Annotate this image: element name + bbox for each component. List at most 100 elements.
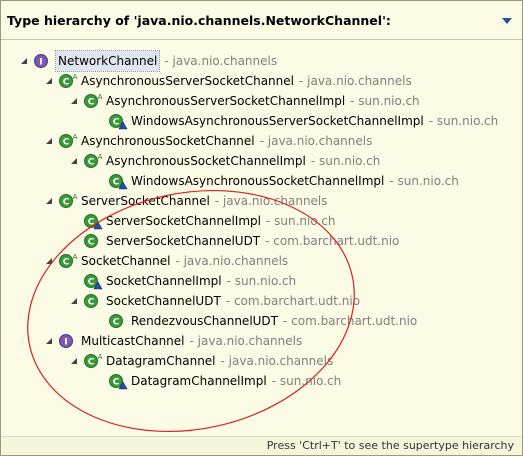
tree-item-label: SocketChannelImpl [106,274,222,288]
expanded-triangle-icon[interactable] [44,76,54,86]
tree-item-label: SocketChannelUDT [106,294,221,308]
leaf-spacer [94,316,104,326]
tree-item-label: SocketChannel [81,254,171,268]
tree-item-package: - java.nio.channels [298,74,412,88]
tree-item[interactable]: C A SocketChannel - java.nio.channels [44,251,288,271]
status-footer: Press 'Ctrl+T' to see the supertype hier… [1,436,522,455]
svg-text:C: C [88,158,95,168]
tree-item-label: ServerSocketChannelUDT [106,234,261,248]
tree-item[interactable]: C A AsynchronousServerSocketChannel - java.… [44,71,412,91]
svg-text:C: C [88,298,95,308]
leaf-spacer [94,176,104,186]
abstract-class-icon: CA [83,352,103,370]
tree-item-package: - java.nio.channels [189,334,303,348]
tree-item[interactable]: I NetworkChannel - java.nio.channels [19,50,278,72]
tree-item[interactable]: C A AsynchronousSocketChannelImpl - sun.nio… [69,151,380,171]
tree-item-package: - sun.nio.ch [265,214,336,228]
abstract-class-icon: CA [83,152,103,170]
type-hierarchy-popup: Type hierarchy of 'java.nio.channels.Net… [0,0,523,456]
tree-item-label: DatagramChannel [106,354,216,368]
default-class-icon: C [108,172,128,190]
tree-item-label: ServerSocketChannel [81,194,210,208]
abstract-class-icon: CA [58,72,78,90]
tree-item[interactable]: C A AsynchronousServerSocketChannelImpl - s… [69,91,420,111]
expanded-triangle-icon[interactable] [69,356,79,366]
svg-text:A: A [98,153,103,161]
tree-item-label: RendezvousChannelUDT [131,314,279,328]
svg-text:C: C [88,98,95,108]
class-icon: C [108,312,128,330]
tree-item[interactable]: C WindowsAsynchronousSocketChannelImpl - s… [94,171,459,191]
svg-text:A: A [73,193,78,201]
leaf-spacer [94,376,104,386]
default-class-icon: C [108,372,128,390]
tree-item[interactable]: C A AsynchronousSocketChannel - java.nio.ch… [44,131,372,151]
tree-item-package: - java.nio.channels [164,54,278,68]
tree-item-package: - sun.nio.ch [350,94,420,108]
svg-text:A: A [73,133,78,141]
view-menu-dropdown-icon[interactable] [500,15,514,27]
tree-item-package: - com.barchart.udt.nio [225,294,361,308]
tree-item-package: - java.nio.channels [175,254,289,268]
tree-item-label: MulticastChannel [81,334,185,348]
svg-text:C: C [63,258,70,268]
svg-text:A: A [73,253,78,261]
default-class-icon: C [83,212,103,230]
default-class-icon: C [83,272,103,290]
popup-header: Type hierarchy of 'java.nio.channels.Net… [1,1,522,40]
tree-item[interactable]: C SocketChannelUDT - com.barchart.udt.nio [69,291,360,311]
tree-item-label: WindowsAsynchronousSocketChannelImpl [131,174,385,188]
expanded-triangle-icon[interactable] [19,56,29,66]
expanded-triangle-icon[interactable] [69,96,79,106]
abstract-class-icon: CA [58,132,78,150]
svg-text:C: C [63,198,70,208]
leaf-spacer [69,276,79,286]
tree-item[interactable]: C DatagramChannelImpl - sun.nio.ch [94,371,341,391]
svg-text:C: C [88,278,95,288]
abstract-class-icon: CA [58,252,78,270]
svg-text:C: C [88,238,95,248]
default-class-icon: C [108,112,128,130]
expanded-triangle-icon[interactable] [44,336,54,346]
tree-item-label: NetworkChannel [54,50,161,72]
tree-item[interactable]: C RendezvousChannelUDT - com.barchart.udt.… [94,311,417,331]
interface-icon: I [58,332,78,350]
tree-item[interactable]: I MulticastChannel - java.nio.channels [44,331,302,351]
tree-item-package: - sun.nio.ch [428,114,499,128]
svg-text:I: I [64,338,67,348]
svg-text:A: A [98,93,103,101]
svg-text:C: C [63,78,70,88]
tree-item-label: AsynchronousServerSocketChannel [81,74,294,88]
tree-item-package: - sun.nio.ch [271,374,342,388]
tree-item[interactable]: C A ServerSocketChannel - java.nio.channels [44,191,328,211]
leaf-spacer [69,216,79,226]
tree-item[interactable]: C A DatagramChannel - java.nio.channels [69,351,333,371]
expanded-triangle-icon[interactable] [44,256,54,266]
tree-item-package: - sun.nio.ch [226,274,297,288]
svg-text:A: A [73,73,78,81]
tree-item[interactable]: C ServerSocketChannelImpl - sun.nio.ch [69,211,335,231]
tree-item-package: - java.nio.channels [259,134,373,148]
class-icon: C [83,232,103,250]
expanded-triangle-icon[interactable] [44,136,54,146]
tree-item-label: WindowsAsynchronousServerSocketChannelIm… [131,114,424,128]
popup-title: Type hierarchy of 'java.nio.channels.Net… [7,13,391,28]
tree-item-label: ServerSocketChannelImpl [106,214,261,228]
svg-text:C: C [113,178,120,188]
tree-item[interactable]: C ServerSocketChannelUDT - com.barchart.ud… [69,231,399,251]
expanded-triangle-icon[interactable] [69,296,79,306]
expanded-triangle-icon[interactable] [69,156,79,166]
tree-item-label: DatagramChannelImpl [131,374,267,388]
svg-text:C: C [113,318,120,328]
tree-item[interactable]: C WindowsAsynchronousServerSocketChannelI… [94,111,498,131]
tree-item-package: - com.barchart.udt.nio [283,314,418,328]
class-icon: C [83,292,103,310]
tree-item[interactable]: C SocketChannelImpl - sun.nio.ch [69,271,296,291]
tree-item-label: AsynchronousServerSocketChannelImpl [106,94,346,108]
svg-text:C: C [63,138,70,148]
svg-text:C: C [113,378,120,388]
expanded-triangle-icon[interactable] [44,196,54,206]
interface-icon: I [33,52,53,70]
svg-text:A: A [98,353,103,361]
tree-item-package: - sun.nio.ch [389,174,459,188]
